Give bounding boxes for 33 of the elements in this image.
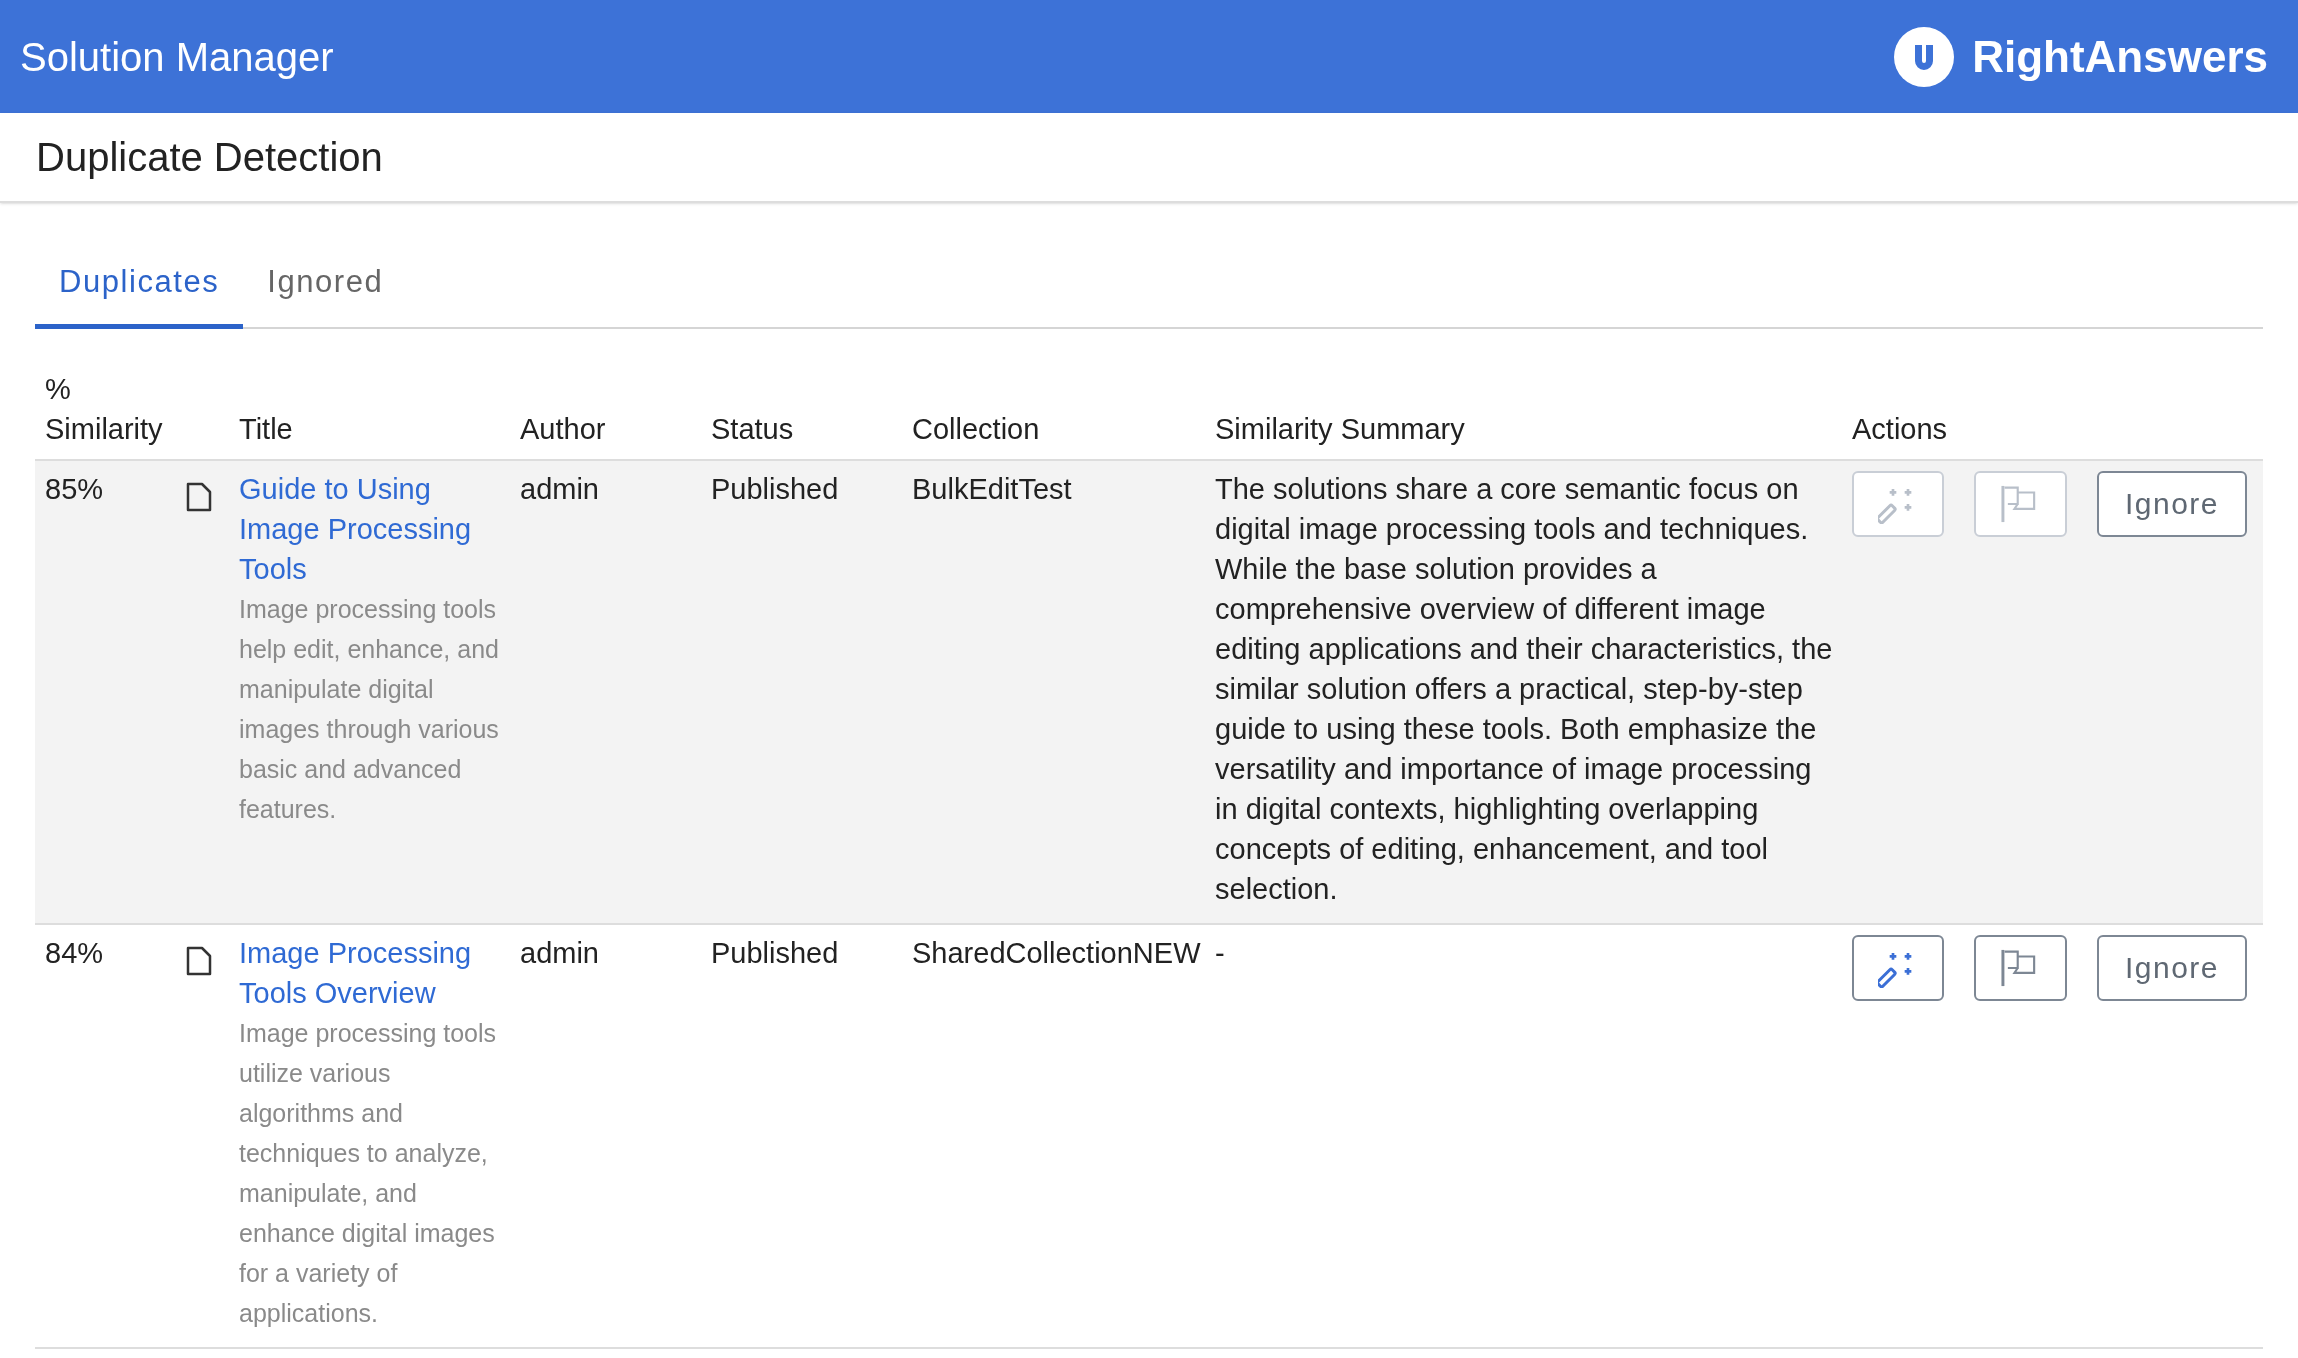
column-header: Actions — [1852, 411, 1949, 447]
tab[interactable]: Ignored — [243, 253, 408, 329]
document-icon — [185, 944, 213, 977]
column-header: Collection — [912, 411, 1041, 447]
app-title: Solution Manager — [20, 33, 334, 81]
logo-text: RightAnswers — [1972, 30, 2268, 83]
flag-button[interactable] — [1974, 934, 2067, 1001]
column-header: Author — [520, 411, 607, 447]
merge-button[interactable] — [1852, 934, 1944, 1001]
tab[interactable]: Duplicates — [35, 253, 244, 329]
author-cell-text: admin — [520, 935, 600, 971]
logo-icon — [1894, 26, 1955, 87]
summary-cell-text: - — [1215, 935, 1226, 971]
ignore-button[interactable]: Ignore — [2097, 934, 2247, 1001]
column-header: % Similarity — [44, 371, 164, 447]
solution-title-link[interactable]: Image Processing Tools Overview — [239, 932, 510, 1013]
solution-description: Image processing tools utilize various algorithms and techniques to analyze, manipulate, and enhance digital images for a variety of applications. — [239, 1017, 498, 1329]
collection-cell-text: SharedCollectionNEW — [912, 935, 1202, 971]
document-icon — [185, 480, 213, 513]
status-cell-text: Published — [711, 471, 840, 507]
ignore-button[interactable]: Ignore — [2097, 470, 2247, 537]
solution-description: Image processing tools help edit, enhance, and manipulate digital images through various basic and advanced features. — [239, 593, 500, 825]
status-cell-text: Published — [711, 935, 840, 971]
column-header: Status — [711, 411, 795, 447]
solution-title-link[interactable]: Guide to Using Image Processing Tools — [239, 468, 510, 589]
similarity-cell-text: 85% — [44, 471, 105, 507]
page-title: Duplicate Detection — [36, 134, 383, 181]
similarity-cell-text: 84% — [44, 935, 105, 971]
column-header: Similarity Summary — [1215, 411, 1466, 447]
collection-cell-text: BulkEditTest — [912, 471, 1073, 507]
author-cell-text: admin — [520, 471, 600, 507]
column-header: Title — [239, 411, 294, 447]
summary-cell-text: The solutions share a core semantic focus on digital image processing tools and techniques. While the base solution provides a comprehensive overview of different image editing applications and their characteristics, the similar solution offers a practical, step-by-step guide to using these tools. Both emphasize the versatility and importance of image processing in digital contexts, highlighting overlapping concepts of editing, enhancement, and tool selection. — [1215, 471, 1834, 907]
